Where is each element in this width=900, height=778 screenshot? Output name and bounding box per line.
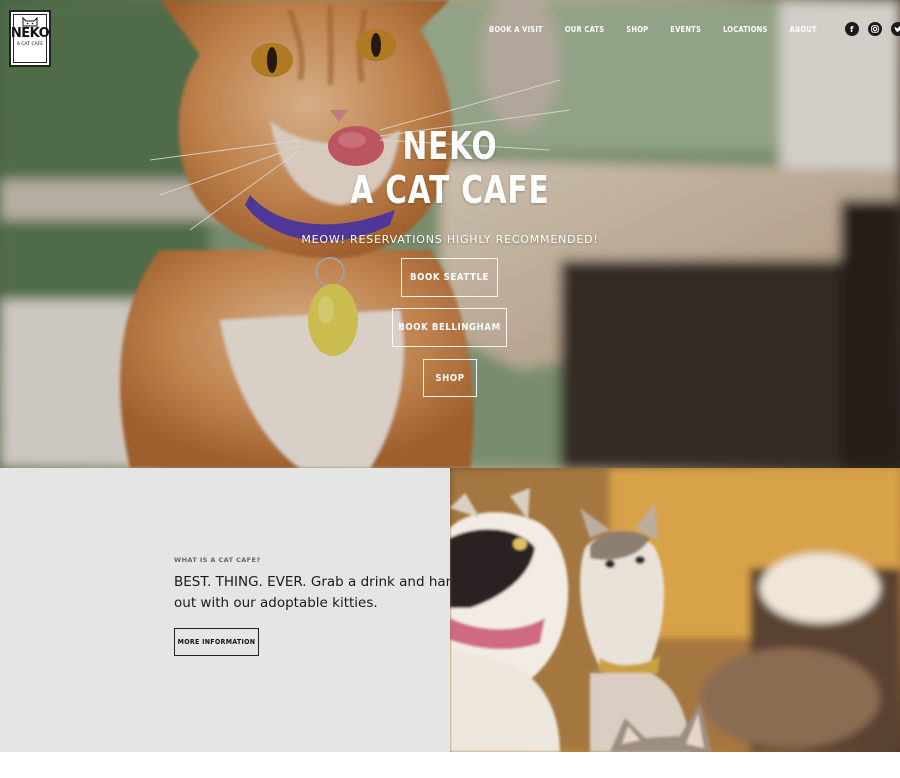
- kittens-photo: [450, 468, 900, 752]
- book-seattle-button[interactable]: BOOK SEATTLE: [401, 258, 498, 297]
- nav-about[interactable]: ABOUT: [790, 25, 817, 34]
- site-logo[interactable]: NEKO A CAT CAFE: [9, 10, 51, 67]
- page-footer-strip: [0, 752, 900, 778]
- info-kicker: WHAT IS A CAT CAFE?: [174, 556, 261, 564]
- social-links: f: [844, 22, 900, 36]
- nav-our-cats[interactable]: OUR CATS: [565, 25, 604, 34]
- logo-subtitle: A CAT CAFE: [16, 42, 44, 47]
- main-nav: BOOK A VISIT OUR CATS SHOP EVENTS LOCATI…: [489, 22, 900, 36]
- kittens-illustration: [450, 468, 900, 752]
- book-bellingham-button[interactable]: BOOK BELLINGHAM: [392, 308, 507, 347]
- twitter-icon[interactable]: [890, 22, 900, 36]
- hero-title-line-1: NEKO: [402, 124, 498, 168]
- nav-shop[interactable]: SHOP: [626, 25, 648, 34]
- info-text: BEST. THING. EVER. Grab a drink and hang…: [174, 574, 463, 611]
- cat-cafe-info: WHAT IS A CAT CAFE? BEST. THING. EVER. G…: [0, 468, 463, 752]
- shop-button[interactable]: SHOP: [423, 359, 477, 397]
- logo-word: NEKO: [10, 26, 50, 41]
- nav-book-a-visit[interactable]: BOOK A VISIT: [489, 25, 543, 34]
- more-information-button[interactable]: MORE INFORMATION: [174, 628, 259, 656]
- nav-locations[interactable]: LOCATIONS: [723, 25, 768, 34]
- hero-section: NEKO A CAT CAFE BOOK A VISIT OUR CATS SH…: [0, 0, 900, 468]
- instagram-icon[interactable]: [867, 22, 882, 36]
- hero-title: NEKO A CAT CAFE: [99, 124, 801, 212]
- hero-subtitle: MEOW! RESERVATIONS HIGHLY RECOMMENDED!: [301, 233, 599, 246]
- nav-events[interactable]: EVENTS: [670, 25, 701, 34]
- facebook-icon[interactable]: f: [844, 22, 859, 36]
- hero-title-line-2: A CAT CAFE: [350, 168, 550, 212]
